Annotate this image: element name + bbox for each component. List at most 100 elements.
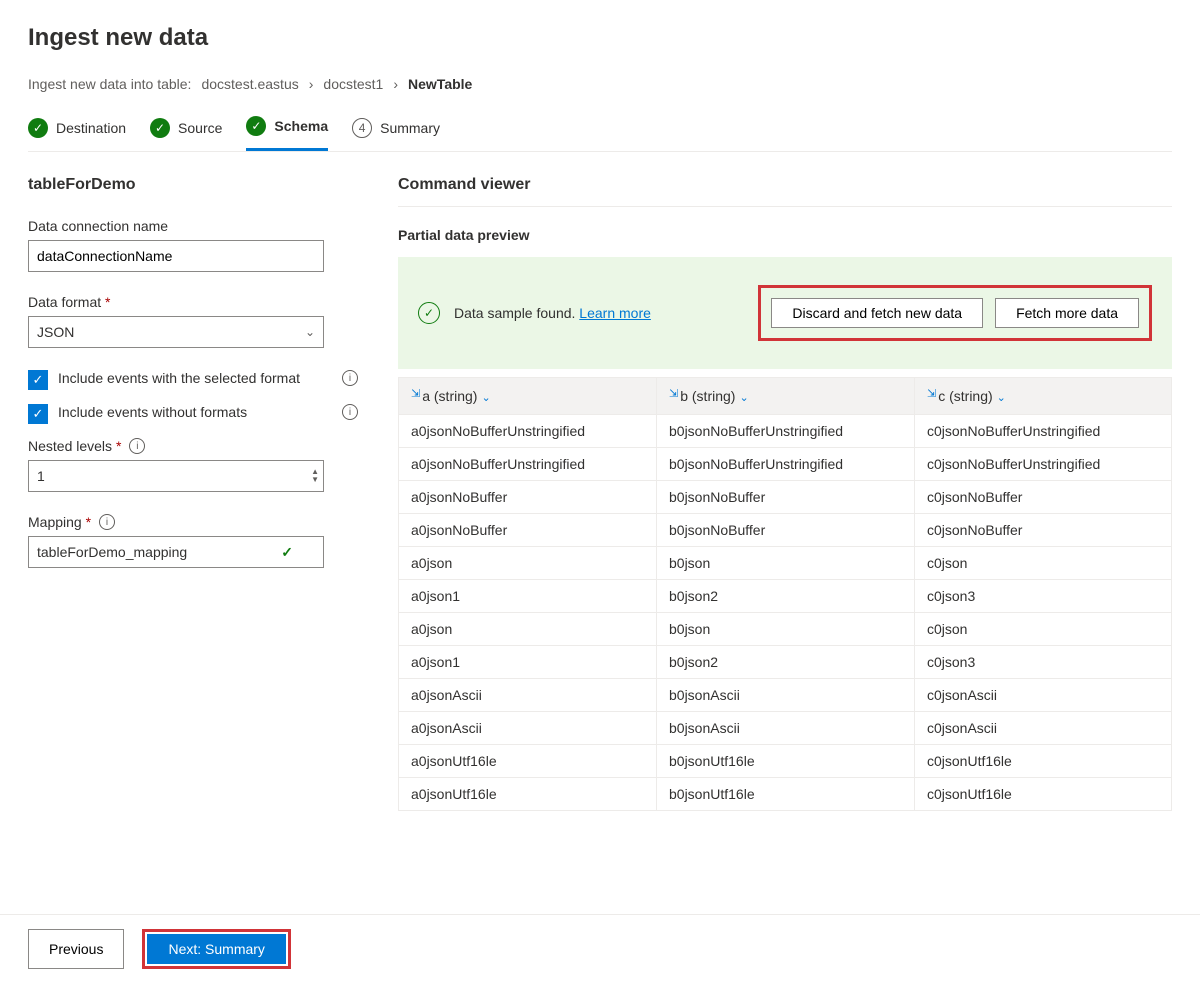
- table-cell: c0json: [915, 547, 1172, 580]
- chevron-down-icon: ⌄: [481, 392, 490, 404]
- breadcrumb-table[interactable]: NewTable: [408, 76, 472, 92]
- chevron-right-icon: ›: [309, 76, 314, 92]
- table-cell: c0json3: [915, 646, 1172, 679]
- table-cell: c0jsonUtf16le: [915, 778, 1172, 811]
- mapping-label: Mapping *: [28, 514, 91, 530]
- check-icon: ✓: [28, 118, 48, 138]
- next-summary-button[interactable]: Next: Summary: [147, 934, 285, 964]
- info-icon[interactable]: i: [342, 404, 358, 420]
- table-cell: b0json: [657, 547, 915, 580]
- step-source[interactable]: ✓ Source: [150, 116, 222, 151]
- table-cell: b0json: [657, 613, 915, 646]
- table-cell: a0jsonNoBuffer: [399, 481, 657, 514]
- table-cell: b0json2: [657, 580, 915, 613]
- connection-name-label: Data connection name: [28, 218, 358, 234]
- nested-levels-label: Nested levels *: [28, 438, 121, 454]
- preview-table: ⇲a (string)⌄⇲b (string)⌄⇲c (string)⌄ a0j…: [398, 377, 1172, 811]
- breadcrumb-cluster[interactable]: docstest.eastus: [201, 76, 298, 92]
- table-cell: a0jsonNoBufferUnstringified: [399, 415, 657, 448]
- nested-levels-input[interactable]: 1 ▲ ▼: [28, 460, 324, 492]
- column-header[interactable]: ⇲b (string)⌄: [657, 378, 915, 415]
- step-summary[interactable]: 4 Summary: [352, 116, 440, 151]
- table-row: a0jsonNoBufferb0jsonNoBufferc0jsonNoBuff…: [399, 514, 1172, 547]
- table-cell: b0jsonUtf16le: [657, 778, 915, 811]
- table-cell: c0jsonUtf16le: [915, 745, 1172, 778]
- mapping-select[interactable]: tableForDemo_mapping ✓: [28, 536, 324, 568]
- data-sample-banner: ✓ Data sample found. Learn more Discard …: [398, 257, 1172, 369]
- breadcrumb-database[interactable]: docstest1: [323, 76, 383, 92]
- table-row: a0jsonNoBufferUnstringifiedb0jsonNoBuffe…: [399, 448, 1172, 481]
- check-icon: ✓: [281, 544, 293, 561]
- table-row: a0json1b0json2c0json3: [399, 580, 1172, 613]
- column-type-icon: ⇲: [669, 388, 678, 400]
- step-label: Summary: [380, 120, 440, 136]
- include-selected-format-checkbox[interactable]: ✓: [28, 370, 48, 390]
- table-cell: c0jsonNoBuffer: [915, 481, 1172, 514]
- table-cell: a0jsonAscii: [399, 679, 657, 712]
- wizard-steps: ✓ Destination ✓ Source ✓ Schema 4 Summar…: [28, 116, 1172, 152]
- table-cell: b0jsonAscii: [657, 679, 915, 712]
- discard-fetch-new-button[interactable]: Discard and fetch new data: [771, 298, 983, 328]
- table-row: a0json1b0json2c0json3: [399, 646, 1172, 679]
- table-cell: b0jsonAscii: [657, 712, 915, 745]
- page-title: Ingest new data: [28, 24, 1172, 52]
- nested-levels-value: 1: [37, 468, 45, 484]
- table-cell: b0jsonNoBufferUnstringified: [657, 415, 915, 448]
- table-cell: a0json: [399, 613, 657, 646]
- table-row: a0jsonNoBufferUnstringifiedb0jsonNoBuffe…: [399, 415, 1172, 448]
- previous-button[interactable]: Previous: [28, 929, 124, 969]
- success-icon: ✓: [418, 302, 440, 324]
- decrement-icon[interactable]: ▼: [311, 476, 319, 484]
- table-row: a0jsonNoBufferb0jsonNoBufferc0jsonNoBuff…: [399, 481, 1172, 514]
- chevron-down-icon: ⌄: [997, 392, 1006, 404]
- divider: [398, 206, 1172, 207]
- table-name-title: tableForDemo: [28, 176, 358, 194]
- table-row: a0jsonAsciib0jsonAsciic0jsonAscii: [399, 679, 1172, 712]
- banner-message: Data sample found.: [454, 305, 579, 321]
- include-without-formats-checkbox[interactable]: ✓: [28, 404, 48, 424]
- table-cell: c0json: [915, 613, 1172, 646]
- table-cell: a0jsonNoBuffer: [399, 514, 657, 547]
- step-schema[interactable]: ✓ Schema: [246, 116, 328, 151]
- mapping-value: tableForDemo_mapping: [37, 544, 187, 560]
- table-cell: a0jsonUtf16le: [399, 778, 657, 811]
- banner-actions-highlight: Discard and fetch new data Fetch more da…: [758, 285, 1152, 341]
- table-cell: b0jsonUtf16le: [657, 745, 915, 778]
- table-cell: b0jsonNoBuffer: [657, 514, 915, 547]
- table-cell: c0jsonNoBufferUnstringified: [915, 415, 1172, 448]
- table-cell: b0json2: [657, 646, 915, 679]
- column-header[interactable]: ⇲a (string)⌄: [399, 378, 657, 415]
- data-format-select[interactable]: JSON ⌄: [28, 316, 324, 348]
- column-header[interactable]: ⇲c (string)⌄: [915, 378, 1172, 415]
- step-destination[interactable]: ✓ Destination: [28, 116, 126, 151]
- next-button-highlight: Next: Summary: [142, 929, 290, 969]
- breadcrumb-label: Ingest new data into table:: [28, 76, 191, 92]
- table-row: a0jsonAsciib0jsonAsciic0jsonAscii: [399, 712, 1172, 745]
- table-row: a0jsonb0jsonc0json: [399, 613, 1172, 646]
- info-icon[interactable]: i: [99, 514, 115, 530]
- command-viewer-heading: Command viewer: [398, 176, 1172, 194]
- table-cell: a0jsonNoBufferUnstringified: [399, 448, 657, 481]
- table-cell: a0json: [399, 547, 657, 580]
- step-label: Schema: [274, 118, 328, 134]
- wizard-footer: Previous Next: Summary: [0, 914, 1200, 983]
- table-cell: a0json1: [399, 580, 657, 613]
- info-icon[interactable]: i: [129, 438, 145, 454]
- table-cell: a0jsonUtf16le: [399, 745, 657, 778]
- info-icon[interactable]: i: [342, 370, 358, 386]
- table-row: a0jsonb0jsonc0json: [399, 547, 1172, 580]
- fetch-more-data-button[interactable]: Fetch more data: [995, 298, 1139, 328]
- step-label: Source: [178, 120, 222, 136]
- include-without-formats-label: Include events without formats: [58, 404, 332, 420]
- step-number-icon: 4: [352, 118, 372, 138]
- table-cell: b0jsonNoBufferUnstringified: [657, 448, 915, 481]
- table-cell: c0jsonAscii: [915, 712, 1172, 745]
- column-type-icon: ⇲: [927, 388, 936, 400]
- table-cell: c0jsonNoBufferUnstringified: [915, 448, 1172, 481]
- table-cell: c0json3: [915, 580, 1172, 613]
- learn-more-link[interactable]: Learn more: [579, 305, 651, 321]
- connection-name-input[interactable]: [28, 240, 324, 272]
- data-format-label: Data format *: [28, 294, 110, 310]
- chevron-down-icon: ⌄: [305, 325, 315, 339]
- table-cell: c0jsonAscii: [915, 679, 1172, 712]
